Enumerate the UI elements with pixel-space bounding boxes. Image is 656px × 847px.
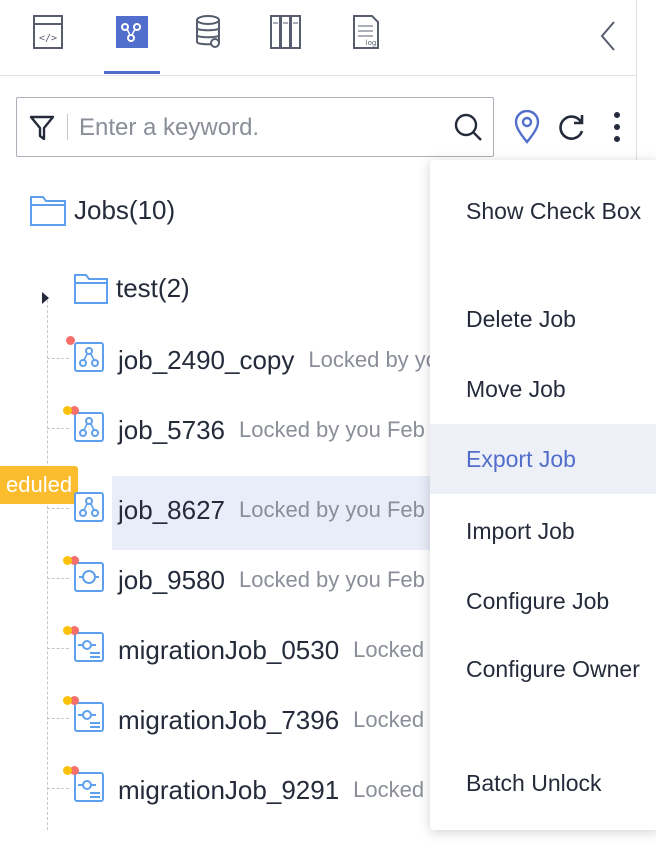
svg-text:</>: </> bbox=[39, 33, 57, 44]
tree-guide-branch bbox=[47, 578, 69, 579]
refresh-icon[interactable] bbox=[556, 110, 586, 144]
tree-node-folder-test[interactable]: test (2) bbox=[40, 258, 190, 318]
view-tab-bar: </> log bbox=[0, 0, 637, 76]
tree-node-jobs-root[interactable]: Jobs (10) bbox=[30, 180, 175, 240]
svg-text:log: log bbox=[366, 39, 377, 47]
folder-icon bbox=[30, 194, 66, 226]
tree-node-label: Jobs bbox=[74, 194, 129, 225]
tree-guide-line bbox=[47, 300, 48, 830]
menu-item-batch-unlock[interactable]: Batch Unlock bbox=[430, 762, 656, 804]
tree-node-label: test bbox=[116, 272, 158, 303]
code-file-icon[interactable]: </> bbox=[28, 10, 68, 54]
job-lock-info: Locked by yo bbox=[308, 347, 439, 372]
tree-node-job[interactable]: migrationJob_9291 Locked b bbox=[118, 760, 442, 820]
status-dot bbox=[63, 626, 72, 635]
job-name: job_9580 bbox=[118, 564, 225, 595]
status-dot bbox=[63, 766, 72, 775]
menu-item-move-job[interactable]: Move Job bbox=[430, 368, 656, 410]
tree-node-job[interactable]: migrationJob_7396 Locked b bbox=[118, 690, 442, 750]
tree-node-count: (10) bbox=[128, 194, 176, 225]
migration-job-icon bbox=[74, 772, 104, 802]
library-icon[interactable] bbox=[266, 10, 306, 54]
tree-guide-branch bbox=[47, 788, 69, 789]
locate-icon[interactable] bbox=[512, 110, 542, 144]
tree-guide-branch bbox=[47, 508, 69, 509]
menu-item-configure-owner[interactable]: Configure Owner bbox=[430, 648, 656, 690]
job-lock-info: Locked by you Feb bbox=[239, 567, 425, 592]
flow-job-icon bbox=[74, 342, 104, 372]
status-dot bbox=[66, 336, 75, 345]
tree-node-job[interactable]: job_5736 Locked by you Feb bbox=[118, 400, 425, 460]
search-separator bbox=[67, 114, 68, 140]
menu-item-export-job[interactable]: Export Job bbox=[430, 424, 656, 494]
tree-node-job[interactable]: job_2490_copy Locked by yo bbox=[118, 330, 438, 390]
filter-icon[interactable] bbox=[29, 114, 55, 142]
context-menu: Show Check Box Delete Job Move Job Expor… bbox=[430, 160, 656, 830]
menu-item-import-job[interactable]: Import Job bbox=[430, 510, 656, 552]
caret-right-icon[interactable] bbox=[40, 281, 50, 304]
chevron-left-icon[interactable] bbox=[596, 18, 620, 54]
sync-job-icon bbox=[74, 562, 104, 592]
status-dot bbox=[63, 696, 72, 705]
job-name: job_5736 bbox=[118, 414, 225, 445]
tree-node-job[interactable]: job_8627 Locked by you Feb bbox=[118, 480, 425, 540]
tree-guide-branch bbox=[47, 358, 69, 359]
database-icon[interactable] bbox=[188, 10, 228, 54]
menu-item-delete-job[interactable]: Delete Job bbox=[430, 298, 656, 340]
tree-node-job[interactable]: migrationJob_0530 Locked b bbox=[118, 620, 442, 680]
job-name: migrationJob_9291 bbox=[118, 774, 340, 805]
job-lock-info: Locked by you Feb bbox=[239, 497, 425, 522]
scheduled-badge: eduled bbox=[0, 466, 79, 504]
log-file-icon[interactable]: log bbox=[346, 10, 386, 54]
flow-job-icon bbox=[74, 412, 104, 442]
job-name: migrationJob_7396 bbox=[118, 704, 340, 735]
status-dot bbox=[63, 556, 72, 565]
job-flow-icon[interactable] bbox=[104, 10, 160, 74]
tree-node-job[interactable]: job_9580 Locked by you Feb bbox=[118, 550, 425, 610]
tree-guide-branch bbox=[47, 648, 69, 649]
tree-guide-branch bbox=[47, 428, 69, 429]
flow-job-icon bbox=[74, 492, 104, 522]
job-name: job_8627 bbox=[118, 494, 225, 525]
menu-item-configure-job[interactable]: Configure Job bbox=[430, 580, 656, 622]
migration-job-icon bbox=[74, 632, 104, 662]
tree-guide-branch bbox=[47, 718, 69, 719]
tree-node-count: (2) bbox=[157, 272, 190, 303]
migration-job-icon bbox=[74, 702, 104, 732]
folder-icon bbox=[74, 272, 108, 304]
search-box bbox=[16, 97, 494, 157]
menu-item-show-check-box[interactable]: Show Check Box bbox=[430, 190, 656, 232]
search-icon[interactable] bbox=[453, 112, 483, 142]
job-name: job_2490_copy bbox=[118, 344, 295, 375]
job-lock-info: Locked by you Feb bbox=[239, 417, 425, 442]
job-name: migrationJob_0530 bbox=[118, 634, 340, 665]
search-input[interactable] bbox=[79, 108, 439, 148]
more-options-icon[interactable] bbox=[602, 110, 632, 144]
panel-divider bbox=[636, 0, 637, 160]
status-dot bbox=[63, 406, 72, 415]
